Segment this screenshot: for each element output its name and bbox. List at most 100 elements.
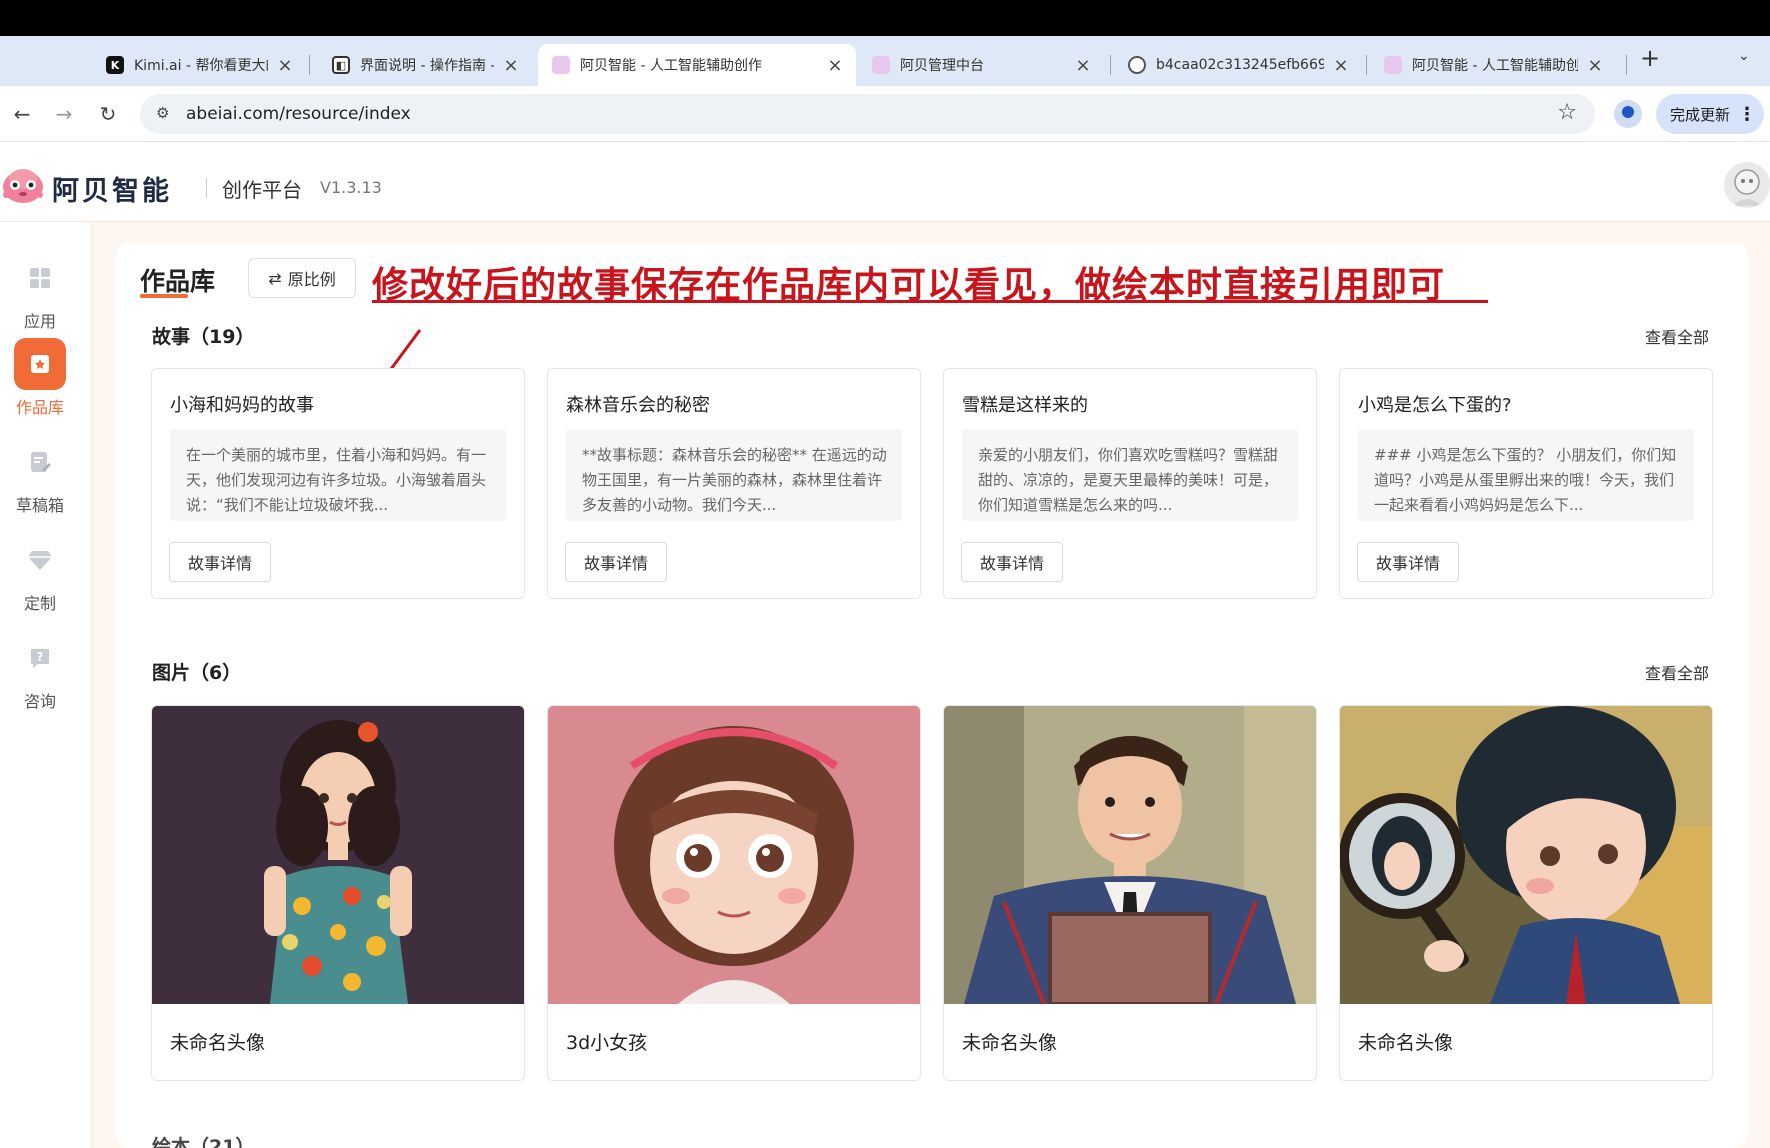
sidebar-item-drafts[interactable]: 草稿箱 (0, 436, 80, 516)
tab-separator (1626, 55, 1627, 75)
browser-tab-bar: K Kimi.ai - 帮你看更大的世界 × ◧ 界面说明 - 操作指南 - 阿… (0, 36, 1770, 86)
image-name[interactable]: 未命名头像 (1358, 1028, 1453, 1055)
abei-favicon-icon (552, 56, 570, 74)
browser-tab-5[interactable]: b4caa02c313245efb669 × (1114, 44, 1362, 86)
image-card[interactable]: 3d小女孩 (547, 705, 921, 1081)
browser-tab-2[interactable]: ◧ 界面说明 - 操作指南 - 阿贝 × (318, 44, 532, 86)
image-name[interactable]: 3d小女孩 (566, 1028, 647, 1055)
close-tab-icon[interactable]: × (1586, 55, 1604, 76)
reload-icon[interactable]: ↻ (92, 98, 124, 130)
sidebar-item-label: 草稿箱 (15, 496, 64, 515)
sidebar-item-label: 定制 (23, 594, 56, 613)
update-button[interactable]: 完成更新 ⋮ (1656, 94, 1764, 134)
address-bar[interactable]: ⚙ abeiai.com/resource/index ☆ (140, 94, 1595, 134)
story-excerpt: 亲爱的小朋友们，你们喜欢吃雪糕吗？雪糕甜甜的、凉凉的，是夏天里最棒的美味！可是，… (962, 429, 1298, 521)
story-detail-button[interactable]: 故事详情 (1357, 542, 1459, 582)
child-magnifier-illustration (1340, 706, 1712, 1004)
kimi-favicon-icon: K (106, 56, 124, 74)
more-menu-icon: ⋮ (1738, 103, 1757, 125)
story-card[interactable]: 小鸡是怎么下蛋的? ### 小鸡是怎么下蛋的？ 小朋友们，你们知道吗？小鸡是从蛋… (1339, 368, 1713, 599)
ratio-button-label: 原比例 (287, 270, 336, 289)
drafts-icon (14, 436, 66, 488)
image-name[interactable]: 未命名头像 (170, 1028, 265, 1055)
new-tab-plus-icon[interactable]: + (1636, 44, 1664, 72)
sidebar-item-custom[interactable]: 定制 (0, 534, 80, 614)
back-arrow-icon[interactable]: ← (6, 98, 38, 130)
page-title: 作品库 (140, 267, 216, 296)
sidebar: 应用 作品库 草稿箱 定制 ? 咨询 (0, 222, 92, 1148)
bookmark-star-icon[interactable]: ☆ (1557, 100, 1577, 125)
story-title[interactable]: 雪糕是这样来的 (962, 391, 1088, 417)
image-card[interactable]: 未命名头像 (151, 705, 525, 1081)
abei-favicon-icon (1384, 56, 1402, 74)
sidebar-item-apps[interactable]: 应用 (0, 252, 80, 332)
user-avatar-icon (1732, 169, 1762, 206)
story-excerpt: 在一个美丽的城市里，住着小海和妈妈。有一天，他们发现河边有许多垃圾。小海皱着眉头… (170, 429, 506, 521)
page-title-underline (140, 294, 188, 298)
story-detail-button[interactable]: 故事详情 (169, 542, 271, 582)
consult-question-icon: ? (14, 632, 66, 684)
doc-favicon-icon: ◧ (332, 56, 350, 74)
tab-title: b4caa02c313245efb669 (1156, 57, 1324, 73)
stories-section-title: 故事（19） (152, 326, 255, 348)
close-tab-icon[interactable]: × (1332, 55, 1350, 76)
svg-text:?: ? (37, 650, 44, 664)
story-detail-button[interactable]: 故事详情 (565, 542, 667, 582)
sidebar-item-works[interactable]: 作品库 (0, 338, 80, 418)
mascot-logo-icon (3, 169, 43, 203)
images-view-all-link[interactable]: 查看全部 (1645, 660, 1709, 684)
browser-tab-6[interactable]: 阿贝智能 - 人工智能辅助创作 × (1370, 44, 1616, 86)
swap-arrows-icon: ⇄ (268, 268, 282, 288)
sidebar-item-label: 应用 (23, 312, 56, 331)
abei-favicon-icon (872, 56, 890, 74)
browser-tab-3-active[interactable]: 阿贝智能 - 人工智能辅助创作 × (538, 44, 856, 86)
forward-arrow-icon[interactable]: → (48, 98, 80, 130)
story-title[interactable]: 森林音乐会的秘密 (566, 391, 710, 417)
sidebar-item-consult[interactable]: ? 咨询 (0, 632, 80, 712)
image-name[interactable]: 未命名头像 (962, 1028, 1057, 1055)
story-card[interactable]: 雪糕是这样来的 亲爱的小朋友们，你们喜欢吃雪糕吗？雪糕甜甜的、凉凉的，是夏天里最… (943, 368, 1317, 599)
story-card[interactable]: 森林音乐会的秘密 **故事标题：森林音乐会的秘密** 在遥远的动物王国里，有一片… (547, 368, 921, 599)
tab-title: 阿贝智能 - 人工智能辅助创作 (580, 58, 762, 74)
girl-floral-dress-illustration (152, 706, 524, 1004)
version-label: V1.3.13 (320, 178, 382, 197)
tab-title: 界面说明 - 操作指南 - 阿贝 (360, 58, 494, 74)
boy-suit-illustration (944, 706, 1316, 1004)
globe-favicon-icon (1128, 56, 1146, 74)
close-tab-icon[interactable]: × (1074, 55, 1092, 76)
tab-title: 阿贝管理中台 (900, 58, 984, 74)
sidebar-item-label: 咨询 (23, 692, 56, 711)
picture-books-section-title: 绘本（21） (152, 1136, 255, 1148)
tab-separator (1366, 55, 1367, 75)
url-text[interactable]: abeiai.com/resource/index (186, 104, 411, 124)
close-tab-icon[interactable]: × (276, 55, 294, 76)
update-label: 完成更新 (1670, 105, 1731, 124)
close-tab-icon[interactable]: × (502, 55, 520, 76)
profile-avatar-icon[interactable] (1614, 100, 1642, 128)
tab-separator (309, 55, 310, 75)
apps-icon (14, 252, 66, 304)
story-card[interactable]: 小海和妈妈的故事 在一个美丽的城市里，住着小海和妈妈。有一天，他们发现河边有许多… (151, 368, 525, 599)
browser-tab-1[interactable]: K Kimi.ai - 帮你看更大的世界 × (92, 44, 306, 86)
tab-search-chevron-icon[interactable]: ⌄ (1738, 48, 1758, 68)
images-section-title: 图片（6） (152, 662, 242, 684)
screen-top-bar (0, 0, 1770, 36)
story-title[interactable]: 小海和妈妈的故事 (170, 391, 314, 417)
custom-diamond-icon (14, 534, 66, 586)
stories-view-all-link[interactable]: 查看全部 (1645, 324, 1709, 348)
story-detail-button[interactable]: 故事详情 (961, 542, 1063, 582)
annotation-underline (372, 300, 1488, 303)
user-avatar[interactable] (1724, 162, 1770, 208)
image-card[interactable]: 未命名头像 (1339, 705, 1713, 1081)
sidebar-item-label: 作品库 (15, 398, 64, 417)
3d-girl-illustration (548, 706, 920, 1004)
works-library-icon (14, 338, 66, 390)
site-settings-icon[interactable]: ⚙ (156, 104, 176, 124)
original-ratio-button[interactable]: ⇄ 原比例 (248, 258, 356, 298)
image-card[interactable]: 未命名头像 (943, 705, 1317, 1081)
story-title[interactable]: 小鸡是怎么下蛋的? (1358, 391, 1512, 417)
close-tab-icon[interactable]: × (826, 55, 844, 76)
story-excerpt: **故事标题：森林音乐会的秘密** 在遥远的动物王国里，有一片美丽的森林，森林里… (566, 429, 902, 521)
browser-tab-4[interactable]: 阿贝管理中台 × (858, 44, 1104, 86)
story-excerpt: ### 小鸡是怎么下蛋的？ 小朋友们，你们知道吗？小鸡是从蛋里孵出来的哦！今天，… (1358, 429, 1694, 521)
